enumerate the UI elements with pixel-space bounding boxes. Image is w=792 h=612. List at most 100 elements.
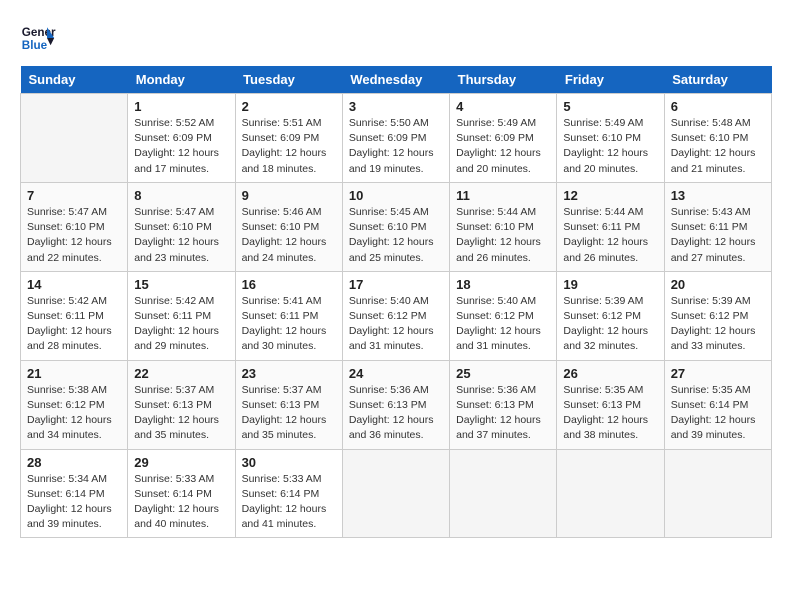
day-number: 27 [671, 366, 765, 381]
day-number: 30 [242, 455, 336, 470]
day-info: Sunrise: 5:49 AMSunset: 6:09 PMDaylight:… [456, 116, 550, 177]
day-number: 3 [349, 99, 443, 114]
day-number: 29 [134, 455, 228, 470]
calendar-cell: 10 Sunrise: 5:45 AMSunset: 6:10 PMDaylig… [342, 182, 449, 271]
calendar-cell: 27 Sunrise: 5:35 AMSunset: 6:14 PMDaylig… [664, 360, 771, 449]
day-info: Sunrise: 5:45 AMSunset: 6:10 PMDaylight:… [349, 205, 443, 266]
day-info: Sunrise: 5:36 AMSunset: 6:13 PMDaylight:… [456, 383, 550, 444]
day-info: Sunrise: 5:44 AMSunset: 6:11 PMDaylight:… [563, 205, 657, 266]
day-number: 26 [563, 366, 657, 381]
day-number: 20 [671, 277, 765, 292]
day-info: Sunrise: 5:34 AMSunset: 6:14 PMDaylight:… [27, 472, 121, 533]
calendar-cell: 29 Sunrise: 5:33 AMSunset: 6:14 PMDaylig… [128, 449, 235, 538]
day-number: 15 [134, 277, 228, 292]
calendar-cell: 4 Sunrise: 5:49 AMSunset: 6:09 PMDayligh… [450, 94, 557, 183]
calendar-week-row: 1 Sunrise: 5:52 AMSunset: 6:09 PMDayligh… [21, 94, 772, 183]
day-info: Sunrise: 5:43 AMSunset: 6:11 PMDaylight:… [671, 205, 765, 266]
day-number: 18 [456, 277, 550, 292]
calendar-cell: 23 Sunrise: 5:37 AMSunset: 6:13 PMDaylig… [235, 360, 342, 449]
day-number: 11 [456, 188, 550, 203]
day-number: 21 [27, 366, 121, 381]
day-number: 13 [671, 188, 765, 203]
calendar-cell: 12 Sunrise: 5:44 AMSunset: 6:11 PMDaylig… [557, 182, 664, 271]
day-number: 12 [563, 188, 657, 203]
calendar-cell [557, 449, 664, 538]
day-info: Sunrise: 5:39 AMSunset: 6:12 PMDaylight:… [563, 294, 657, 355]
day-info: Sunrise: 5:42 AMSunset: 6:11 PMDaylight:… [134, 294, 228, 355]
day-info: Sunrise: 5:39 AMSunset: 6:12 PMDaylight:… [671, 294, 765, 355]
page-header: General Blue [20, 20, 772, 56]
calendar-cell: 8 Sunrise: 5:47 AMSunset: 6:10 PMDayligh… [128, 182, 235, 271]
col-header-wednesday: Wednesday [342, 66, 449, 94]
day-number: 19 [563, 277, 657, 292]
day-info: Sunrise: 5:35 AMSunset: 6:14 PMDaylight:… [671, 383, 765, 444]
calendar-cell: 25 Sunrise: 5:36 AMSunset: 6:13 PMDaylig… [450, 360, 557, 449]
svg-text:Blue: Blue [22, 39, 48, 52]
calendar-cell: 28 Sunrise: 5:34 AMSunset: 6:14 PMDaylig… [21, 449, 128, 538]
col-header-saturday: Saturday [664, 66, 771, 94]
day-info: Sunrise: 5:40 AMSunset: 6:12 PMDaylight:… [456, 294, 550, 355]
day-number: 1 [134, 99, 228, 114]
day-number: 28 [27, 455, 121, 470]
calendar-cell [664, 449, 771, 538]
calendar-cell: 18 Sunrise: 5:40 AMSunset: 6:12 PMDaylig… [450, 271, 557, 360]
day-info: Sunrise: 5:51 AMSunset: 6:09 PMDaylight:… [242, 116, 336, 177]
day-number: 8 [134, 188, 228, 203]
col-header-sunday: Sunday [21, 66, 128, 94]
calendar-cell [450, 449, 557, 538]
calendar-cell: 5 Sunrise: 5:49 AMSunset: 6:10 PMDayligh… [557, 94, 664, 183]
calendar-cell [21, 94, 128, 183]
day-info: Sunrise: 5:41 AMSunset: 6:11 PMDaylight:… [242, 294, 336, 355]
calendar-cell: 9 Sunrise: 5:46 AMSunset: 6:10 PMDayligh… [235, 182, 342, 271]
calendar-cell: 14 Sunrise: 5:42 AMSunset: 6:11 PMDaylig… [21, 271, 128, 360]
day-number: 25 [456, 366, 550, 381]
calendar-cell: 2 Sunrise: 5:51 AMSunset: 6:09 PMDayligh… [235, 94, 342, 183]
day-number: 6 [671, 99, 765, 114]
day-number: 16 [242, 277, 336, 292]
col-header-thursday: Thursday [450, 66, 557, 94]
day-info: Sunrise: 5:42 AMSunset: 6:11 PMDaylight:… [27, 294, 121, 355]
calendar-cell: 1 Sunrise: 5:52 AMSunset: 6:09 PMDayligh… [128, 94, 235, 183]
day-number: 2 [242, 99, 336, 114]
day-number: 17 [349, 277, 443, 292]
col-header-tuesday: Tuesday [235, 66, 342, 94]
calendar-cell [342, 449, 449, 538]
day-info: Sunrise: 5:38 AMSunset: 6:12 PMDaylight:… [27, 383, 121, 444]
calendar-cell: 11 Sunrise: 5:44 AMSunset: 6:10 PMDaylig… [450, 182, 557, 271]
day-info: Sunrise: 5:47 AMSunset: 6:10 PMDaylight:… [134, 205, 228, 266]
calendar-cell: 17 Sunrise: 5:40 AMSunset: 6:12 PMDaylig… [342, 271, 449, 360]
day-info: Sunrise: 5:50 AMSunset: 6:09 PMDaylight:… [349, 116, 443, 177]
logo: General Blue [20, 20, 56, 56]
calendar-week-row: 21 Sunrise: 5:38 AMSunset: 6:12 PMDaylig… [21, 360, 772, 449]
day-number: 10 [349, 188, 443, 203]
calendar-cell: 6 Sunrise: 5:48 AMSunset: 6:10 PMDayligh… [664, 94, 771, 183]
calendar-header-row: SundayMondayTuesdayWednesdayThursdayFrid… [21, 66, 772, 94]
calendar-cell: 3 Sunrise: 5:50 AMSunset: 6:09 PMDayligh… [342, 94, 449, 183]
calendar-cell: 21 Sunrise: 5:38 AMSunset: 6:12 PMDaylig… [21, 360, 128, 449]
calendar-cell: 15 Sunrise: 5:42 AMSunset: 6:11 PMDaylig… [128, 271, 235, 360]
day-info: Sunrise: 5:33 AMSunset: 6:14 PMDaylight:… [242, 472, 336, 533]
day-info: Sunrise: 5:37 AMSunset: 6:13 PMDaylight:… [134, 383, 228, 444]
day-info: Sunrise: 5:36 AMSunset: 6:13 PMDaylight:… [349, 383, 443, 444]
calendar-cell: 24 Sunrise: 5:36 AMSunset: 6:13 PMDaylig… [342, 360, 449, 449]
day-info: Sunrise: 5:35 AMSunset: 6:13 PMDaylight:… [563, 383, 657, 444]
calendar-cell: 16 Sunrise: 5:41 AMSunset: 6:11 PMDaylig… [235, 271, 342, 360]
day-number: 7 [27, 188, 121, 203]
day-info: Sunrise: 5:47 AMSunset: 6:10 PMDaylight:… [27, 205, 121, 266]
day-number: 5 [563, 99, 657, 114]
calendar-week-row: 7 Sunrise: 5:47 AMSunset: 6:10 PMDayligh… [21, 182, 772, 271]
calendar-cell: 26 Sunrise: 5:35 AMSunset: 6:13 PMDaylig… [557, 360, 664, 449]
day-number: 4 [456, 99, 550, 114]
calendar-week-row: 28 Sunrise: 5:34 AMSunset: 6:14 PMDaylig… [21, 449, 772, 538]
day-info: Sunrise: 5:37 AMSunset: 6:13 PMDaylight:… [242, 383, 336, 444]
day-number: 23 [242, 366, 336, 381]
calendar-cell: 22 Sunrise: 5:37 AMSunset: 6:13 PMDaylig… [128, 360, 235, 449]
calendar-cell: 20 Sunrise: 5:39 AMSunset: 6:12 PMDaylig… [664, 271, 771, 360]
day-number: 24 [349, 366, 443, 381]
day-info: Sunrise: 5:48 AMSunset: 6:10 PMDaylight:… [671, 116, 765, 177]
day-info: Sunrise: 5:40 AMSunset: 6:12 PMDaylight:… [349, 294, 443, 355]
day-info: Sunrise: 5:49 AMSunset: 6:10 PMDaylight:… [563, 116, 657, 177]
calendar-cell: 30 Sunrise: 5:33 AMSunset: 6:14 PMDaylig… [235, 449, 342, 538]
logo-icon: General Blue [20, 20, 56, 56]
calendar-cell: 7 Sunrise: 5:47 AMSunset: 6:10 PMDayligh… [21, 182, 128, 271]
